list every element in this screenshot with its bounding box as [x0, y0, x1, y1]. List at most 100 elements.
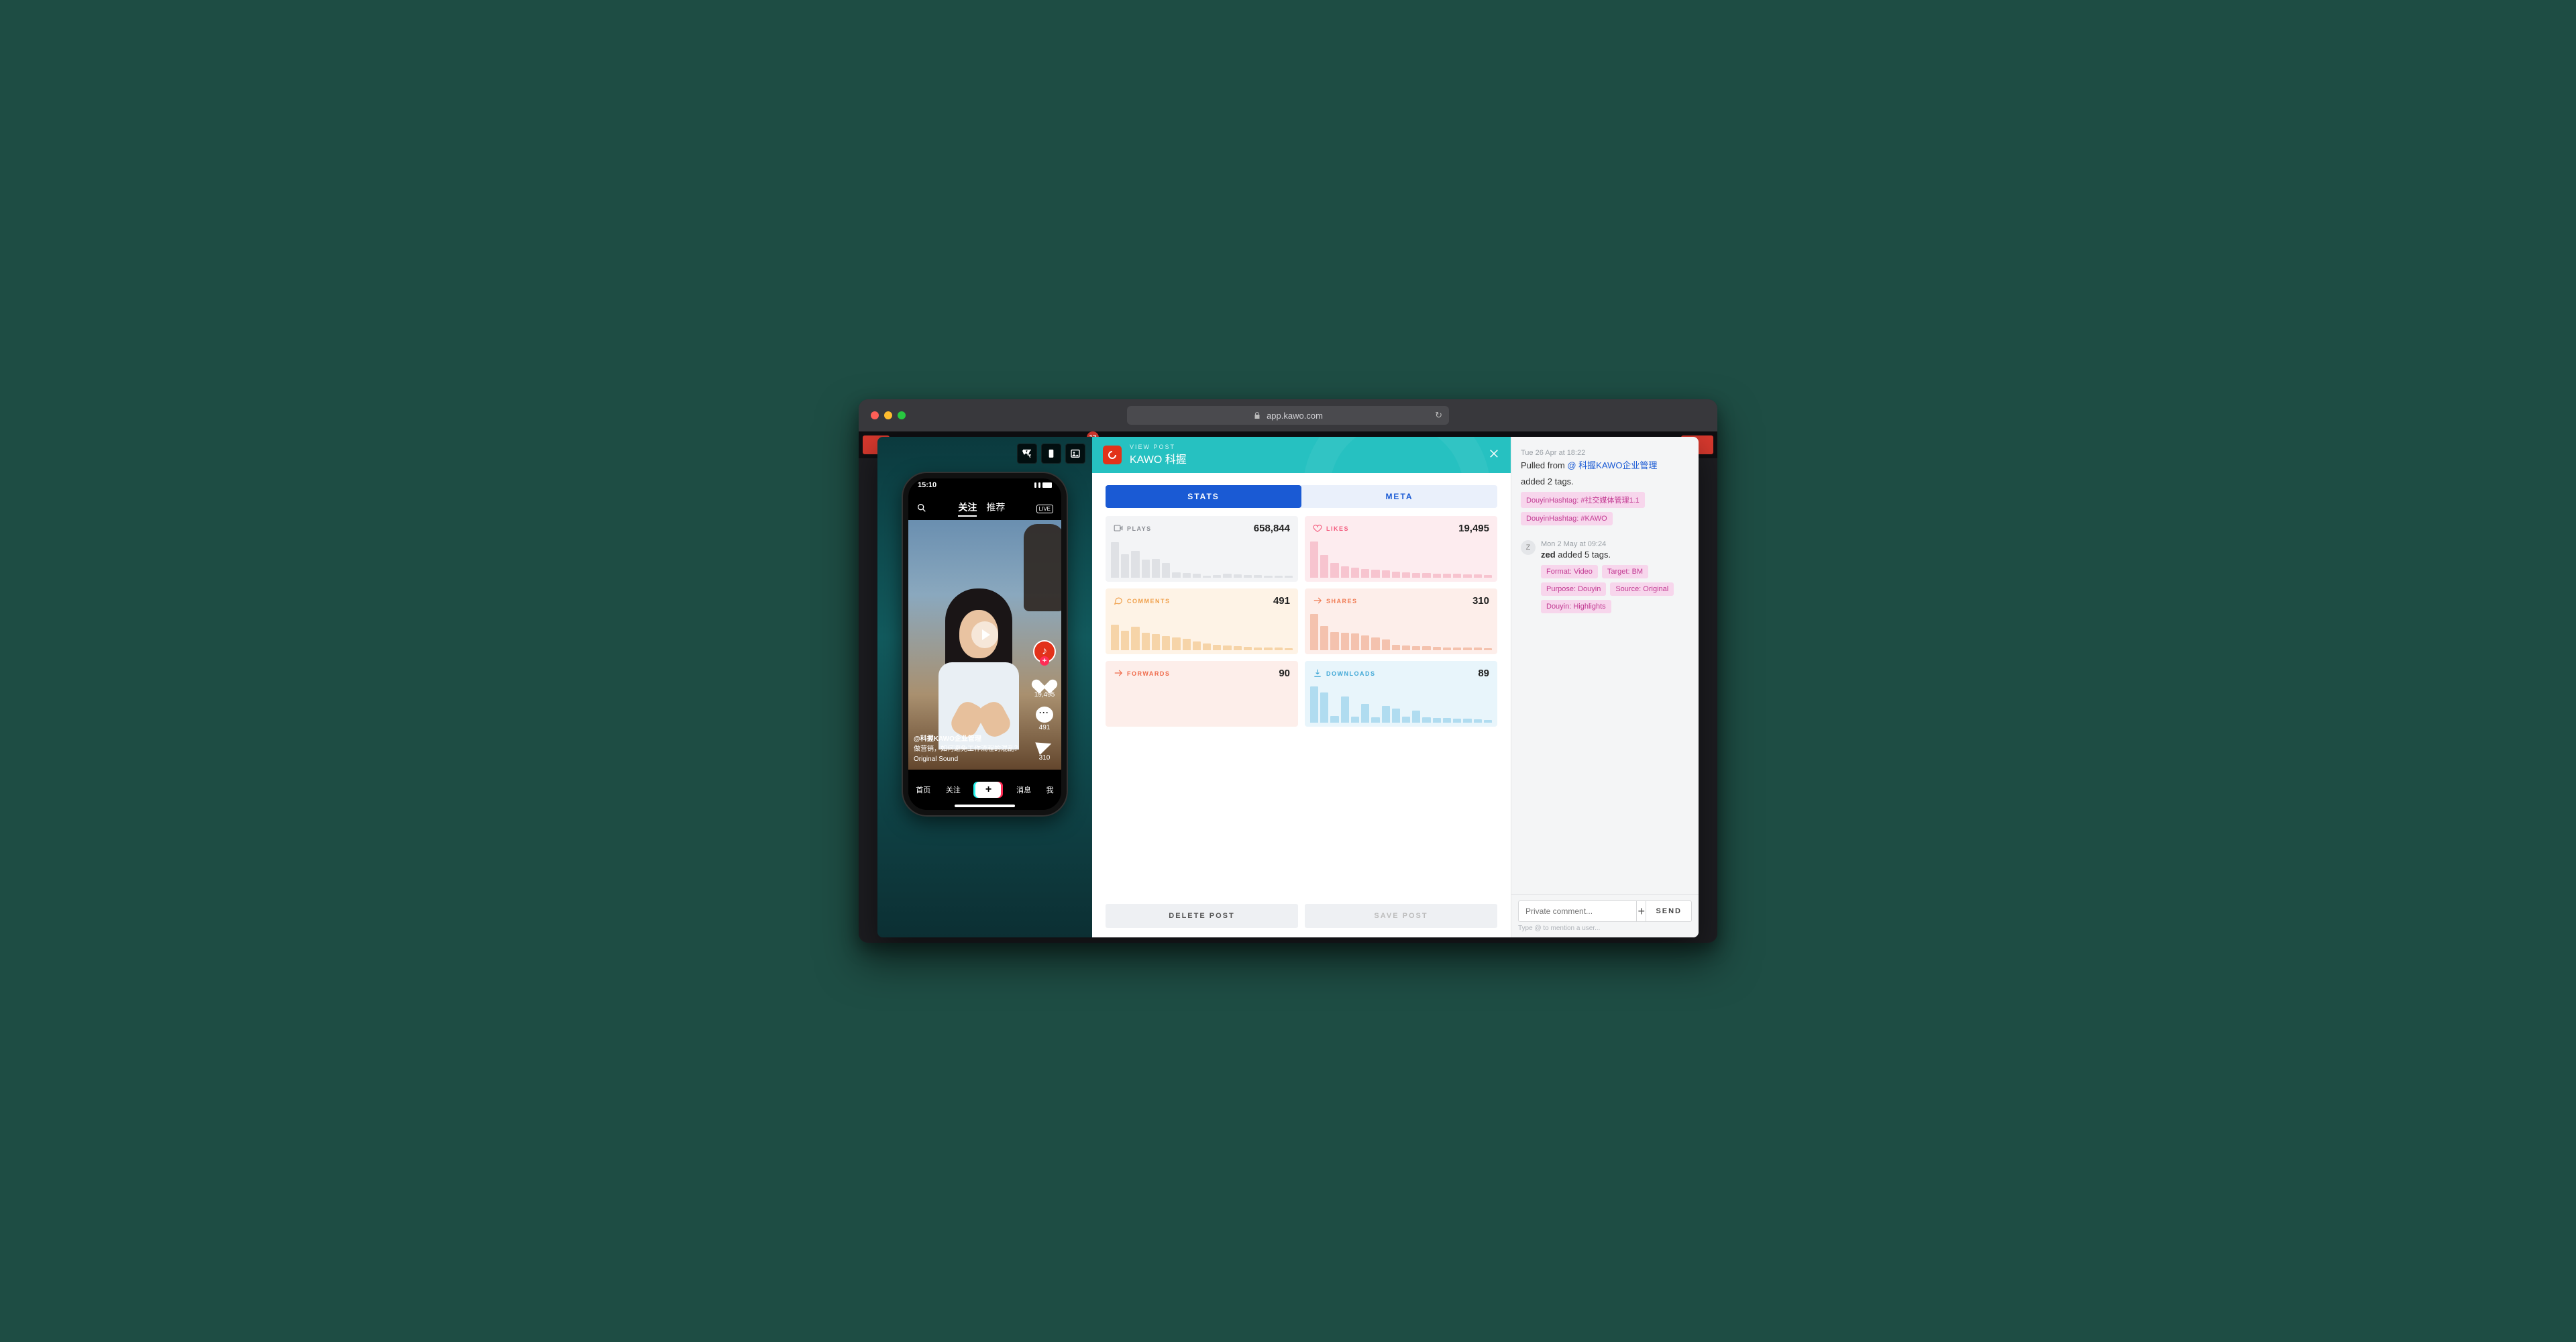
shares-icon — [1313, 596, 1322, 607]
shares-count: 310 — [1039, 754, 1051, 762]
mention-hint: Type @ to mention a user... — [1518, 925, 1692, 932]
browser-window: app.kawo.com ↻ 13 — [859, 399, 1717, 943]
save-post-button[interactable]: SAVE POST — [1305, 904, 1497, 928]
comment-icon[interactable] — [1036, 707, 1053, 723]
delete-post-button[interactable]: DELETE POST — [1106, 904, 1298, 928]
video-author[interactable]: @科握KAWO企业管理 — [914, 734, 1021, 744]
post-modal: 15:10 关注 推荐 LIVE — [877, 437, 1699, 937]
header-subtitle: VIEW POST — [1130, 444, 1187, 450]
activity-panel: Tue 26 Apr at 18:22Pulled from @ 科握KAWO企… — [1511, 437, 1699, 937]
header-title: KAWO 科握 — [1130, 450, 1187, 466]
activity-time: Tue 26 Apr at 18:22 — [1521, 449, 1689, 457]
activity-time: Mon 2 May at 09:24 — [1541, 540, 1689, 548]
brand-icon — [1103, 446, 1122, 464]
user-avatar: Z — [1521, 540, 1536, 555]
stat-value: 19,495 — [1458, 523, 1489, 534]
url-text: app.kawo.com — [1267, 411, 1323, 421]
tag-chip[interactable]: Source: Original — [1610, 582, 1674, 596]
forwards-icon — [1114, 668, 1123, 679]
stat-label: PLAYS — [1127, 525, 1152, 532]
stat-label: DOWNLOADS — [1326, 670, 1376, 677]
activity-subtitle: added 2 tags. — [1521, 476, 1689, 486]
tab-stats[interactable]: STATS — [1106, 485, 1301, 508]
activity-entry: Tue 26 Apr at 18:22Pulled from @ 科握KAWO企… — [1521, 449, 1689, 525]
stat-grid: PLAYS 658,844 LIKES 19,495 COMMENTS 491 SHARES… — [1092, 516, 1511, 727]
activity-title: Pulled from @ 科握KAWO企业管理 — [1521, 458, 1689, 471]
nav-follow[interactable]: 关注 — [946, 784, 961, 795]
lock-icon — [1253, 411, 1261, 419]
image-button[interactable] — [1065, 444, 1085, 464]
stat-sparkline — [1111, 685, 1293, 723]
send-button[interactable]: SEND — [1646, 900, 1692, 922]
close-button[interactable] — [1488, 448, 1500, 463]
comments-icon — [1114, 596, 1123, 607]
comments-count: 491 — [1039, 724, 1051, 731]
comment-input[interactable] — [1518, 900, 1636, 922]
stat-label: COMMENTS — [1127, 598, 1171, 605]
refresh-icon[interactable]: ↻ — [1435, 410, 1442, 421]
minimize-window-icon[interactable] — [884, 411, 892, 419]
stat-value: 658,844 — [1254, 523, 1290, 534]
nav-me[interactable]: 我 — [1046, 784, 1054, 795]
tag-chip[interactable]: DouyinHashtag: #社交媒体管理1.1 — [1521, 492, 1645, 508]
stat-label: FORWARDS — [1127, 670, 1170, 677]
stat-value: 89 — [1478, 668, 1489, 679]
stat-card-shares[interactable]: SHARES 310 — [1305, 588, 1497, 654]
activity-source-link[interactable]: @ 科握KAWO企业管理 — [1567, 460, 1657, 470]
modal-header: VIEW POST KAWO 科握 — [1092, 437, 1511, 473]
url-bar[interactable]: app.kawo.com ↻ — [1127, 406, 1449, 425]
stat-sparkline — [1310, 540, 1492, 578]
phone-mockup: 15:10 关注 推荐 LIVE — [903, 473, 1067, 815]
stat-sparkline — [1310, 613, 1492, 650]
stats-panel: VIEW POST KAWO 科握 STATS META PLAYS 658,84… — [1092, 437, 1511, 937]
browser-titlebar: app.kawo.com ↻ — [859, 399, 1717, 431]
preview-panel: 15:10 关注 推荐 LIVE — [877, 437, 1092, 937]
nav-home[interactable]: 首页 — [916, 784, 930, 795]
tag-chip[interactable]: Format: Video — [1541, 565, 1598, 578]
stat-value: 90 — [1279, 668, 1290, 679]
page-content: 13 15:10 — [859, 431, 1717, 943]
stat-card-plays[interactable]: PLAYS 658,844 — [1106, 516, 1298, 582]
stat-sparkline — [1310, 685, 1492, 723]
device-toggle-button[interactable] — [1041, 444, 1061, 464]
search-icon[interactable] — [916, 503, 927, 515]
stat-value: 491 — [1273, 595, 1290, 607]
likes-icon — [1313, 523, 1322, 534]
close-window-icon[interactable] — [871, 411, 879, 419]
stat-card-forwards[interactable]: FORWARDS 90 — [1106, 661, 1298, 727]
activity-title: zed added 5 tags. — [1541, 550, 1689, 560]
stat-card-likes[interactable]: LIKES 19,495 — [1305, 516, 1497, 582]
video-preview[interactable]: ♪+ 19,495 491 310 — [908, 520, 1061, 770]
nav-inbox[interactable]: 消息 — [1016, 784, 1031, 795]
stat-card-downloads[interactable]: DOWNLOADS 89 — [1305, 661, 1497, 727]
attach-button[interactable]: + — [1636, 900, 1646, 922]
stat-sparkline — [1111, 540, 1293, 578]
nav-post-button[interactable]: + — [975, 782, 1001, 798]
author-avatar[interactable]: ♪+ — [1033, 640, 1056, 663]
maximize-window-icon[interactable] — [898, 411, 906, 419]
stats-meta-tabs: STATS META — [1106, 485, 1497, 508]
stat-sparkline — [1111, 613, 1293, 650]
stat-label: LIKES — [1326, 525, 1349, 532]
video-sound[interactable]: Original Sound — [914, 754, 1021, 764]
phone-time: 15:10 — [918, 481, 936, 489]
tag-chip[interactable]: Purpose: Douyin — [1541, 582, 1606, 596]
stat-value: 310 — [1472, 595, 1489, 607]
heart-icon[interactable] — [1035, 671, 1054, 690]
douyin-tab-recommend[interactable]: 推荐 — [986, 501, 1005, 517]
tag-chip[interactable]: Target: BM — [1602, 565, 1648, 578]
play-icon[interactable] — [971, 621, 998, 648]
activity-entry: Z Mon 2 May at 09:24 zed added 5 tags. Form… — [1521, 540, 1689, 613]
window-controls[interactable] — [871, 411, 906, 419]
stat-card-comments[interactable]: COMMENTS 491 — [1106, 588, 1298, 654]
tag-chip[interactable]: Douyin: Highlights — [1541, 600, 1611, 613]
tag-chip[interactable]: DouyinHashtag: #KAWO — [1521, 512, 1613, 525]
translate-button[interactable] — [1017, 444, 1037, 464]
tab-meta[interactable]: META — [1301, 485, 1497, 508]
downloads-icon — [1313, 668, 1322, 679]
douyin-tab-follow[interactable]: 关注 — [958, 501, 977, 517]
video-caption: 做营销，如何避免工作流程的混乱？ — [914, 744, 1021, 754]
live-icon[interactable]: LIVE — [1036, 505, 1053, 513]
stat-label: SHARES — [1326, 598, 1358, 605]
share-icon[interactable] — [1035, 737, 1054, 755]
